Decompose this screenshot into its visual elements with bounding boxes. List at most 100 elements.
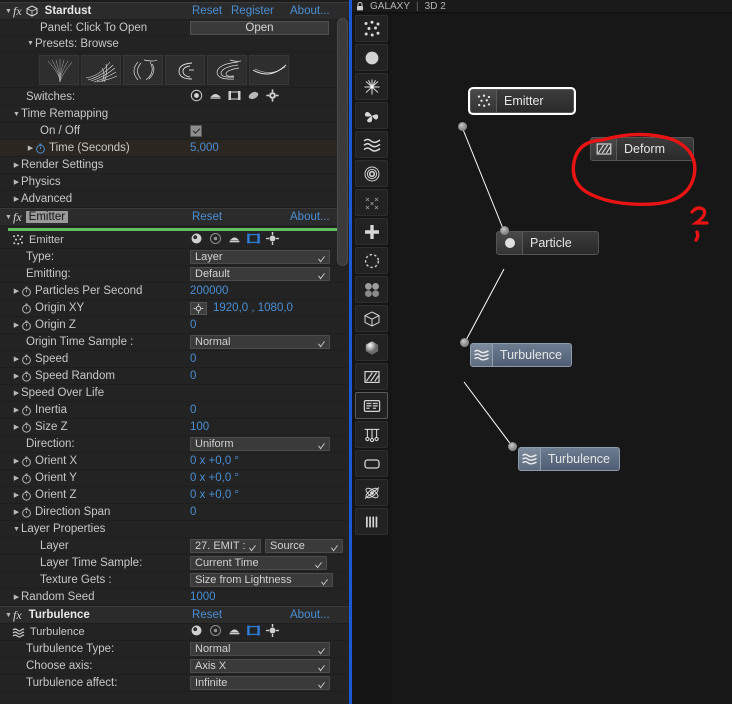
turbulence-effect-header[interactable]: ▼ fx Turbulence Reset About... — [0, 606, 352, 624]
preset-thumb[interactable] — [165, 54, 205, 85]
property-value[interactable]: 0 x +0,0 ° — [190, 455, 239, 467]
turbulence-type-select[interactable]: Normal — [190, 642, 330, 656]
stopwatch-icon[interactable] — [21, 422, 32, 433]
lock-icon[interactable] — [356, 1, 364, 11]
stardust-register-link[interactable]: Register — [231, 5, 274, 17]
node-port-turbulence-2-in[interactable] — [508, 442, 517, 451]
model-tool[interactable] — [355, 305, 388, 332]
preset-thumb[interactable] — [207, 54, 247, 85]
stardust-switch-group[interactable] — [190, 88, 279, 105]
emitter-effect-header[interactable]: ▼ fx Emitter Reset About... — [0, 208, 352, 226]
render-switch-icon[interactable] — [190, 89, 203, 105]
turbulence-reset-link[interactable]: Reset — [192, 609, 222, 621]
on-off-checkbox[interactable] — [190, 125, 202, 137]
presets-expand-arrow[interactable]: ▼ — [26, 40, 35, 47]
advanced-arrow[interactable]: ▶ — [12, 196, 21, 203]
turbulence-switch-group[interactable] — [190, 624, 279, 640]
turbulence-expand-arrow[interactable]: ▼ — [4, 612, 13, 619]
node-deform[interactable]: Deform — [590, 137, 694, 161]
property-value[interactable]: 0 — [190, 370, 196, 382]
stopwatch-icon[interactable] — [21, 320, 32, 331]
property-value[interactable]: 100 — [190, 421, 209, 433]
stopwatch-icon[interactable] — [21, 371, 32, 382]
property-value[interactable]: 0 — [190, 353, 196, 365]
group-advanced[interactable]: ▶ Advanced — [0, 191, 352, 208]
stopwatch-icon[interactable] — [21, 507, 32, 518]
stopwatch-icon[interactable] — [21, 473, 32, 484]
property-value[interactable]: 0 x +0,0 ° — [190, 472, 239, 484]
particle-tool[interactable] — [355, 44, 388, 71]
node-turbulence-2[interactable]: Turbulence — [518, 447, 620, 471]
pick-whip-icon[interactable] — [190, 301, 207, 315]
bars-tool[interactable] — [355, 508, 388, 535]
emitter-switch-group[interactable] — [190, 232, 279, 248]
expand-arrow[interactable]: ▶ — [12, 322, 21, 329]
motion-blur-switch-icon[interactable] — [247, 89, 260, 105]
transform-icon[interactable] — [266, 232, 279, 248]
emitter-title[interactable]: Emitter — [25, 211, 69, 223]
visible-icon[interactable] — [190, 232, 203, 248]
frame-switch-icon[interactable] — [228, 89, 241, 105]
presets-row[interactable]: ▼ Presets: Browse — [0, 36, 352, 52]
stopwatch-icon[interactable] — [21, 456, 32, 467]
field-tool[interactable] — [355, 247, 388, 274]
chains-tool[interactable] — [355, 421, 388, 448]
preset-thumb[interactable] — [249, 54, 289, 85]
node-port-emitter-out[interactable] — [458, 122, 467, 131]
render-settings-arrow[interactable]: ▶ — [12, 162, 21, 169]
visible-icon[interactable] — [190, 624, 203, 640]
burst-tool[interactable] — [355, 73, 388, 100]
property-select[interactable]: Layer — [190, 250, 330, 264]
node-port-turbulence-1-in[interactable] — [460, 338, 469, 347]
motion-blur-icon[interactable] — [209, 232, 222, 248]
node-emitter[interactable]: Emitter — [468, 87, 576, 115]
gravity-tool[interactable] — [355, 160, 388, 187]
time-seconds-value[interactable]: 5,000 — [190, 142, 219, 154]
expand-arrow[interactable]: ▶ — [12, 424, 21, 431]
time-remapping-arrow[interactable]: ▼ — [12, 111, 21, 118]
node-port-particle-in[interactable] — [500, 226, 509, 235]
group-layer-properties[interactable]: ▼ Layer Properties — [0, 521, 352, 538]
group-physics[interactable]: ▶ Physics — [0, 174, 352, 191]
physics-arrow[interactable]: ▶ — [12, 179, 21, 186]
property-select[interactable]: Default — [190, 267, 330, 281]
preset-thumbnails[interactable] — [0, 52, 352, 88]
group-time-remapping[interactable]: ▼ Time Remapping — [0, 106, 352, 123]
expand-arrow[interactable]: ▶ — [12, 390, 21, 397]
emitter-tool[interactable] — [355, 15, 388, 42]
node-particle[interactable]: Particle — [496, 231, 599, 255]
preset-thumb[interactable] — [81, 54, 121, 85]
expand-arrow[interactable]: ▶ — [12, 373, 21, 380]
node-graph-canvas[interactable]: Emitter Deform Particle Turbulence Turbu… — [392, 14, 732, 704]
sphere-tool[interactable] — [355, 334, 388, 361]
preset-thumb[interactable] — [123, 54, 163, 85]
property-value[interactable]: 0 — [190, 506, 196, 518]
emitter-expand-arrow[interactable]: ▼ — [4, 214, 13, 221]
property-value[interactable]: 200000 — [190, 285, 228, 297]
property-value[interactable]: 0 — [190, 319, 196, 331]
emitter-reset-link[interactable]: Reset — [192, 211, 222, 223]
stopwatch-icon[interactable] — [21, 303, 32, 314]
layer-properties-arrow[interactable]: ▼ — [12, 526, 21, 533]
deform-tool[interactable] — [355, 363, 388, 390]
collapse-icon[interactable] — [228, 232, 241, 248]
expand-arrow[interactable]: ▶ — [12, 492, 21, 499]
stardust-effect-header[interactable]: ▼ fx Stardust Reset Register About... — [0, 2, 352, 20]
random-seed-arrow[interactable]: ▶ — [12, 594, 21, 601]
expand-arrow[interactable]: ▶ — [12, 458, 21, 465]
disperse-tool[interactable] — [355, 189, 388, 216]
expand-arrow[interactable]: ▶ — [12, 509, 21, 516]
turbulence-about-link[interactable]: About... — [290, 609, 330, 621]
stopwatch-icon[interactable] — [21, 354, 32, 365]
stopwatch-icon[interactable] — [21, 490, 32, 501]
stardust-reset-link[interactable]: Reset — [192, 5, 222, 17]
shade-switch-icon[interactable] — [209, 89, 222, 105]
add-tool[interactable] — [355, 218, 388, 245]
choose-axis-select[interactable]: Axis X — [190, 659, 330, 673]
stardust-about-link[interactable]: About... — [290, 5, 330, 17]
texture-gets-select[interactable]: Size from Lightness — [190, 573, 333, 587]
settings-gear-icon[interactable] — [266, 88, 279, 105]
replica-tool[interactable] — [355, 276, 388, 303]
text-tool[interactable] — [355, 392, 388, 419]
turbulence-tool[interactable] — [355, 131, 388, 158]
